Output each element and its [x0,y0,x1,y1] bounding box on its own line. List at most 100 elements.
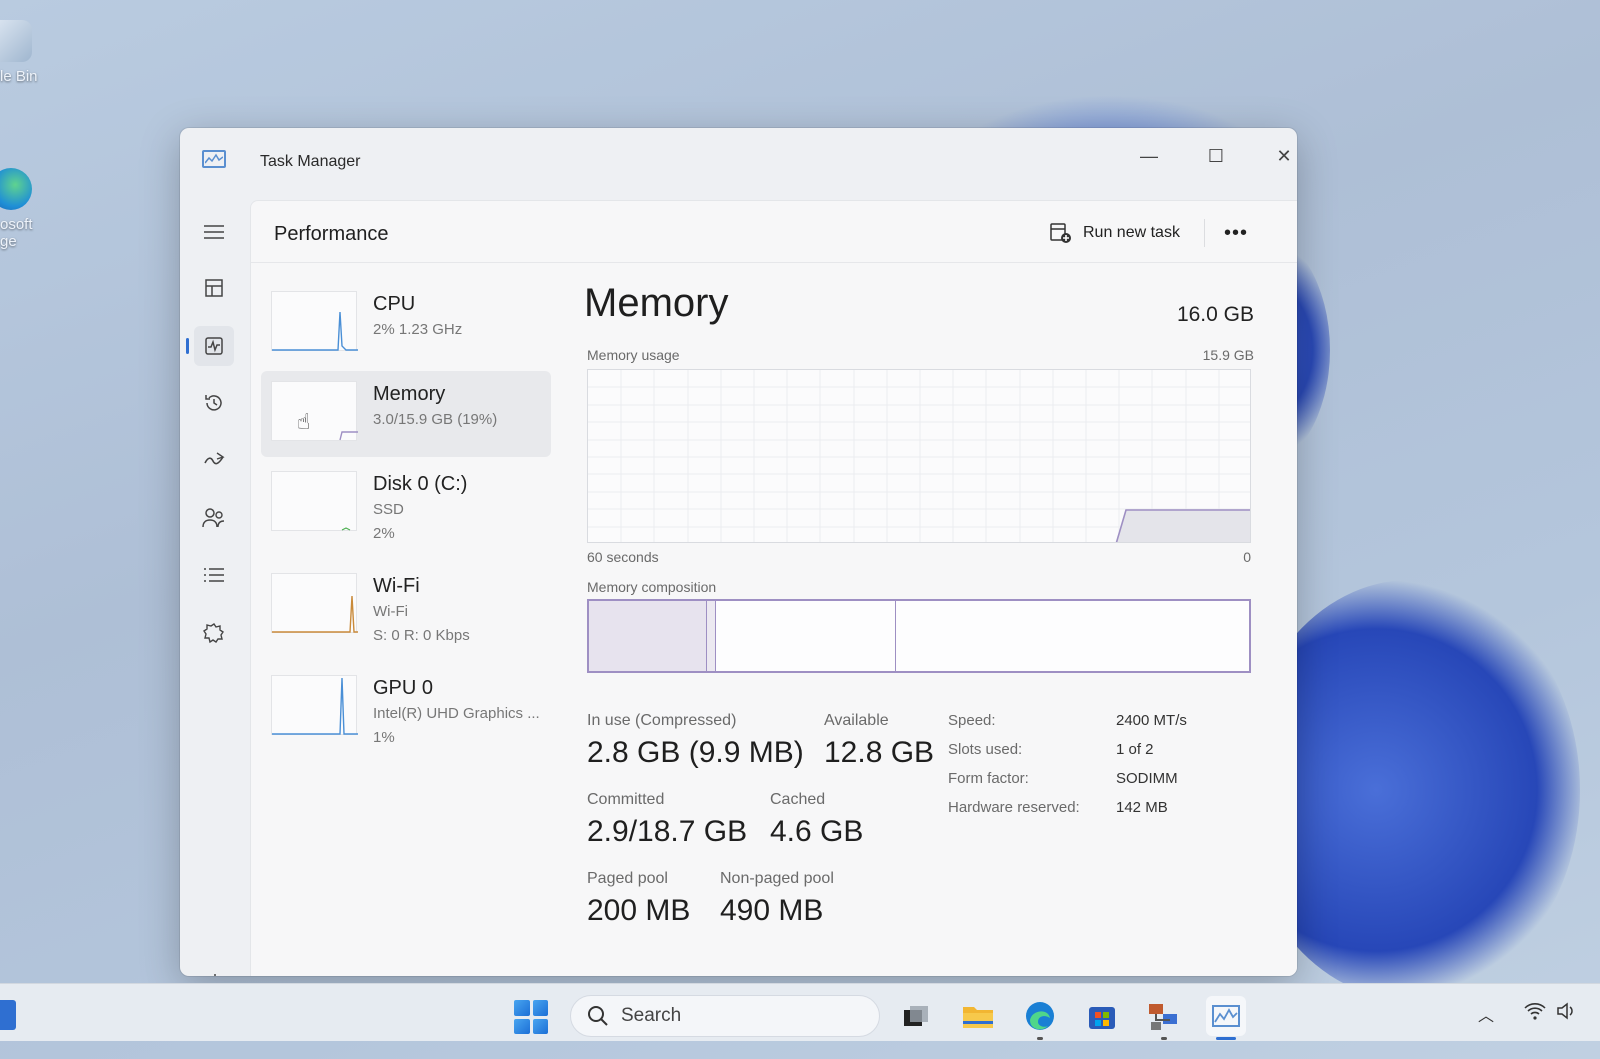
available-label: Available [824,712,889,729]
spec-value: SODIMM [1116,770,1178,787]
wifi-icon[interactable] [1524,1002,1546,1025]
nav-app-history-icon[interactable] [194,383,234,423]
task-view-icon[interactable] [896,996,936,1036]
spec-label: Form factor: [948,770,1029,787]
resource-detail: 3.0/15.9 GB (19%) [373,411,498,428]
nav-details-icon[interactable] [194,555,234,595]
run-new-task-label: Run new task [1083,224,1180,241]
spec-label: Slots used: [948,741,1023,758]
close-button[interactable]: ✕ [1260,136,1297,176]
resource-name: Disk 0 (C:) [373,473,468,495]
resource-detail: SSD [373,501,404,518]
memory-usage-label: Memory usage [587,347,680,363]
in-use-label: In use (Compressed) [587,712,737,729]
graph-axis-left: 60 seconds [587,549,659,565]
volume-icon[interactable] [1556,1002,1578,1025]
paged-pool-value: 200 MB [587,894,691,927]
composition-modified [707,601,716,671]
available-value: 12.8 GB [824,736,935,769]
page-title: Performance [274,223,389,245]
cached-label: Cached [770,791,826,808]
edge-icon [0,168,32,210]
settings-gear-icon[interactable] [202,972,230,976]
resource-detail: 2% [373,525,395,542]
composition-in-use [589,601,707,671]
resource-item-memory[interactable]: Memory 3.0/15.9 GB (19%) ☝ [261,371,551,457]
paged-pool-label: Paged pool [587,870,668,887]
minimize-button[interactable]: — [1125,136,1173,176]
search-icon [588,1006,608,1026]
resource-item-gpu[interactable]: GPU 0 Intel(R) UHD Graphics ... 1% [261,665,551,763]
task-manager-window: Task Manager — ☐ ✕ Performance Run new t… [180,128,1297,976]
nav-processes-icon[interactable] [194,268,234,308]
spec-value: 142 MB [1116,799,1168,816]
resource-detail: 1% [373,729,395,746]
desktop-icon-label: le Bin [0,68,38,85]
committed-label: Committed [587,791,665,808]
title-bar[interactable]: Task Manager — ☐ ✕ [180,128,1297,192]
memory-thumbnail-graph [271,381,358,441]
resource-detail: 2% 1.23 GHz [373,321,463,338]
running-indicator [1161,1037,1167,1040]
graph-axis-right: 0 [1243,549,1251,565]
memory-total: 16.0 GB [1176,303,1254,326]
in-use-value: 2.8 GB (9.9 MB) [587,736,804,769]
nav-performance-icon[interactable] [186,326,234,366]
taskbar-search-box[interactable]: Search [570,995,880,1037]
hamburger-menu-icon[interactable] [194,212,234,252]
window-title: Task Manager [260,153,361,170]
memory-title: Memory [584,281,729,325]
performance-panel: Performance Run new task ••• CPU 2% 1.23… [250,200,1297,976]
running-indicator [1216,1037,1236,1040]
edge-browser-icon[interactable] [1020,996,1060,1040]
spec-label: Hardware reserved: [948,799,1080,816]
run-new-task-button[interactable]: Run new task [1041,217,1188,249]
running-indicator [1037,1037,1043,1040]
desktop-icon-recycle-bin[interactable]: le Bin [0,20,60,85]
microsoft-store-icon[interactable] [1082,996,1122,1036]
committed-value: 2.9/18.7 GB [587,815,748,848]
composition-standby [716,601,896,671]
spec-label: Speed: [948,712,996,729]
resource-item-disk[interactable]: Disk 0 (C:) SSD 2% [261,461,551,559]
search-label: Search [621,1005,682,1026]
spec-value: 2400 MT/s [1116,712,1187,729]
start-button-windows-icon[interactable] [514,1000,548,1034]
resource-item-cpu[interactable]: CPU 2% 1.23 GHz [261,281,551,367]
memory-composition-label: Memory composition [587,579,717,595]
task-manager-taskbar-icon[interactable] [1206,996,1246,1040]
resource-name: Wi-Fi [373,575,420,597]
nav-startup-apps-icon[interactable] [194,440,234,480]
resource-item-wifi[interactable]: Wi-Fi Wi-Fi S: 0 R: 0 Kbps [261,563,551,661]
resource-detail: Intel(R) UHD Graphics ... [373,705,540,722]
memory-usage-max: 15.9 GB [1202,347,1254,363]
network-app-icon[interactable] [1144,996,1184,1040]
nav-services-icon[interactable] [194,613,234,653]
more-options-button[interactable]: ••• [1216,217,1256,249]
task-manager-icon [202,150,226,168]
resource-name: CPU [373,293,416,315]
resource-list: CPU 2% 1.23 GHz Memory 3.0/15.9 GB (19%)… [261,281,551,767]
resource-detail: Wi-Fi [373,603,408,620]
tray-overflow-chevron-up-icon[interactable]: ︿ [1478,1002,1494,1026]
header-divider [1204,219,1205,247]
disk-thumbnail-graph [271,471,357,531]
navigation-rail [180,192,248,976]
nav-users-icon[interactable] [194,498,234,538]
memory-usage-graph [587,369,1251,543]
cpu-thumbnail-graph [271,291,358,351]
resource-detail: S: 0 R: 0 Kbps [373,627,470,644]
gpu-thumbnail-graph [271,675,358,735]
maximize-button[interactable]: ☐ [1192,136,1240,176]
recycle-bin-icon [0,20,32,62]
non-paged-pool-label: Non-paged pool [720,870,834,887]
widgets-icon[interactable] [0,1000,16,1030]
cached-value: 4.6 GB [770,815,864,848]
spec-value: 1 of 2 [1116,741,1154,758]
wifi-thumbnail-graph [271,573,358,633]
hand-cursor-icon: ☝ [297,409,311,434]
file-explorer-icon[interactable] [958,996,998,1036]
run-task-icon [1050,223,1071,243]
desktop-icon-edge[interactable]: osoft ge [0,168,60,250]
resource-name: GPU 0 [373,677,434,699]
